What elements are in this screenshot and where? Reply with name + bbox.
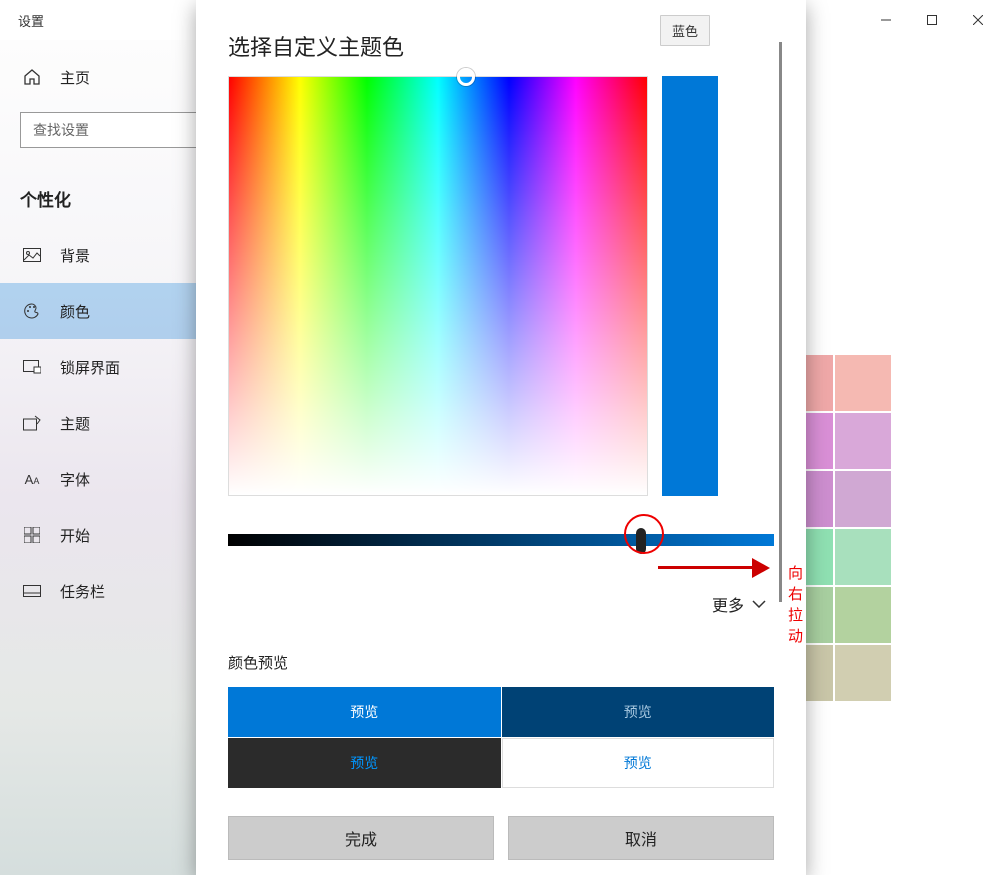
maximize-button[interactable] <box>909 0 955 40</box>
palette-icon <box>22 301 42 321</box>
color-swatch[interactable] <box>835 587 891 643</box>
done-button[interactable]: 完成 <box>228 816 494 860</box>
search-placeholder: 查找设置 <box>33 120 89 140</box>
preview-label: 颜色预览 <box>228 652 774 673</box>
picture-icon <box>22 245 42 265</box>
preview-tile-4: 预览 <box>502 738 775 788</box>
home-icon <box>22 67 42 87</box>
sidebar-item-label: 颜色 <box>60 301 90 322</box>
preview-tile-2: 预览 <box>502 687 775 737</box>
settings-window: 设置 主页 查找设置 个性化 <box>0 0 1001 875</box>
start-icon <box>22 525 42 545</box>
close-button[interactable] <box>955 0 1001 40</box>
slider-track[interactable] <box>228 534 774 546</box>
chevron-down-icon <box>752 595 766 613</box>
sidebar-item-label: 锁屏界面 <box>60 357 120 378</box>
sidebar-item-label: 任务栏 <box>60 581 105 602</box>
sidebar-home-label: 主页 <box>60 67 90 88</box>
color-swatch[interactable] <box>835 471 891 527</box>
annotation-arrow-line <box>658 566 758 569</box>
color-tooltip: 蓝色 <box>660 15 710 46</box>
preview-tile-1: 预览 <box>228 687 501 737</box>
preview-grid: 预览 预览 预览 预览 <box>228 687 774 788</box>
color-picker-dialog: 选择自定义主题色 蓝色 向右拉动 更多 <box>196 0 806 875</box>
font-icon: AA <box>22 469 42 489</box>
more-toggle[interactable]: 更多 <box>228 592 774 616</box>
color-spectrum[interactable] <box>228 76 648 496</box>
color-swatch[interactable] <box>835 529 891 585</box>
sidebar-item-label: 字体 <box>60 469 90 490</box>
value-slider[interactable]: 向右拉动 <box>228 534 774 546</box>
sidebar-item-label: 开始 <box>60 525 90 546</box>
preview-tile-3: 预览 <box>228 738 501 788</box>
color-swatch[interactable] <box>835 645 891 701</box>
color-swatch[interactable] <box>835 355 891 411</box>
annotation-arrow-head <box>752 558 770 578</box>
window-title: 设置 <box>18 11 44 30</box>
minimize-button[interactable] <box>863 0 909 40</box>
spectrum-cursor[interactable] <box>457 68 475 86</box>
more-label: 更多 <box>712 592 744 616</box>
lockscreen-icon <box>22 357 42 377</box>
window-controls <box>863 0 1001 40</box>
taskbar-icon <box>22 581 42 601</box>
annotation-text: 向右拉动 <box>788 562 803 646</box>
color-swatch[interactable] <box>835 413 891 469</box>
slider-thumb[interactable] <box>636 528 646 554</box>
cancel-button[interactable]: 取消 <box>508 816 774 860</box>
selected-color-bar <box>662 76 718 496</box>
sidebar-item-label: 背景 <box>60 245 90 266</box>
dialog-scrollbar[interactable] <box>779 42 782 602</box>
sidebar-item-label: 主题 <box>60 413 90 434</box>
theme-icon <box>22 413 42 433</box>
